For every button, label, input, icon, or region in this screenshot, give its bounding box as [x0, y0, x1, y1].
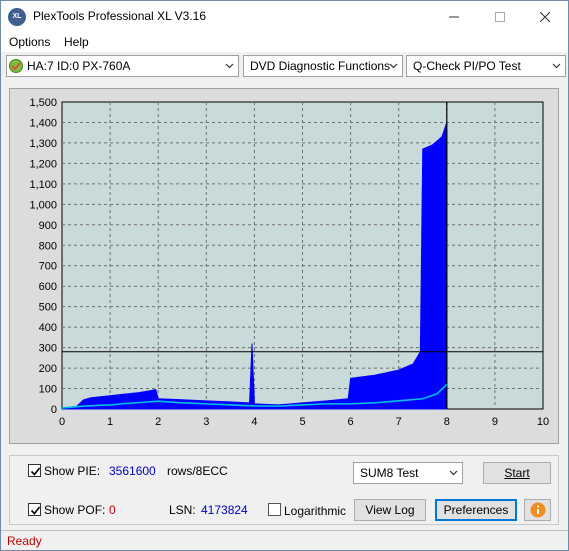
y-tick-label: 600: [39, 281, 57, 293]
y-tick-label: 1,300: [29, 138, 57, 150]
x-tick-label: 8: [444, 416, 450, 428]
chevron-down-icon: [552, 63, 561, 69]
pie-unit: rows/8ECC: [167, 464, 228, 478]
title-bar: XL PlexTools Professional XL V3.16: [1, 1, 568, 32]
test-select-value: Q-Check PI/PO Test: [413, 59, 521, 73]
menu-options[interactable]: Options: [9, 35, 50, 49]
show-pof-label: Show POF:: [44, 503, 106, 517]
status-bar: Ready: [1, 530, 568, 550]
drive-status-icon: [9, 59, 23, 73]
pie-value: 3561600: [109, 464, 156, 478]
start-button-label: Start: [504, 466, 530, 480]
x-tick-label: 4: [251, 416, 257, 428]
function-select-value: DVD Diagnostic Functions: [250, 59, 391, 73]
minimize-button[interactable]: [431, 1, 477, 32]
y-tick-label: 700: [39, 261, 57, 273]
drive-select[interactable]: HA:7 ID:0 PX-760A: [6, 55, 239, 77]
test-mode-value: SUM8 Test: [360, 466, 419, 480]
view-log-button[interactable]: View Log: [354, 499, 426, 521]
x-tick-label: 2: [155, 416, 161, 428]
x-tick-label: 3: [203, 416, 209, 428]
logarithmic-label: Logarithmic: [284, 504, 347, 518]
x-tick-label: 10: [537, 416, 549, 428]
y-tick-label: 0: [51, 404, 57, 416]
y-tick-label: 500: [39, 302, 57, 314]
x-tick-label: 7: [396, 416, 402, 428]
view-log-label: View Log: [365, 503, 415, 517]
start-button[interactable]: Start: [483, 462, 551, 484]
y-tick-label: 1,100: [29, 179, 57, 191]
x-tick-label: 6: [348, 416, 354, 428]
x-tick-label: 5: [299, 416, 305, 428]
pof-value: 0: [109, 503, 116, 517]
maximize-button[interactable]: [477, 1, 523, 32]
drive-select-value: HA:7 ID:0 PX-760A: [27, 59, 131, 73]
close-button[interactable]: [522, 1, 568, 32]
x-tick-label: 0: [59, 416, 65, 428]
minimize-icon: [449, 16, 459, 17]
y-tick-label: 300: [39, 343, 57, 355]
menu-bar: Options Help: [1, 32, 568, 52]
logarithmic-checkbox[interactable]: [268, 503, 281, 516]
close-icon: [540, 11, 550, 22]
y-tick-label: 400: [39, 322, 57, 334]
window-title: PlexTools Professional XL V3.16: [33, 9, 206, 23]
lsn-label: LSN:: [169, 503, 196, 517]
preferences-label: Preferences: [443, 503, 509, 517]
pi-po-chart: 0 1 2 3 4 5 6 7 8 9 100100200300400500600700800900…: [29, 97, 549, 428]
y-tick-label: 800: [39, 240, 57, 252]
show-pie-checkbox[interactable]: [28, 464, 41, 477]
function-select[interactable]: DVD Diagnostic Functions: [243, 55, 403, 77]
lsn-value: 4173824: [201, 503, 248, 517]
checkmark-icon: [30, 506, 41, 515]
show-pof-checkbox[interactable]: [28, 503, 41, 516]
y-tick-label: 200: [39, 363, 57, 375]
chevron-down-icon: [225, 63, 234, 69]
y-tick-label: 1,200: [29, 158, 57, 170]
checkmark-icon: [30, 467, 41, 476]
app-logo-icon: XL: [8, 8, 26, 26]
y-tick-label: 900: [39, 220, 57, 232]
info-button[interactable]: [524, 499, 551, 521]
y-tick-label: 100: [39, 384, 57, 396]
menu-help[interactable]: Help: [64, 35, 89, 49]
x-tick-label: 9: [492, 416, 498, 428]
preferences-button[interactable]: Preferences: [435, 499, 517, 521]
app-window: XL PlexTools Professional XL V3.16 Optio…: [0, 0, 569, 551]
status-text: Ready: [7, 534, 42, 548]
test-select[interactable]: Q-Check PI/PO Test: [406, 55, 566, 77]
y-tick-label: 1,400: [29, 117, 57, 129]
chart-panel: 0 1 2 3 4 5 6 7 8 9 10 0 100 200 300 400 500 600 700 800 900…: [9, 88, 559, 444]
maximize-icon: [495, 11, 505, 22]
show-pie-label: Show PIE:: [44, 464, 101, 478]
test-mode-select[interactable]: SUM8 Test: [353, 462, 463, 484]
y-tick-label: 1,000: [29, 199, 57, 211]
y-tick-label: 1,500: [29, 97, 57, 109]
chevron-down-icon: [449, 470, 458, 476]
control-panel: Show PIE: 3561600 rows/8ECC SUM8 Test St…: [9, 455, 559, 525]
x-tick-label: 1: [107, 416, 113, 428]
info-icon: [530, 502, 545, 518]
chevron-down-icon: [389, 63, 398, 69]
